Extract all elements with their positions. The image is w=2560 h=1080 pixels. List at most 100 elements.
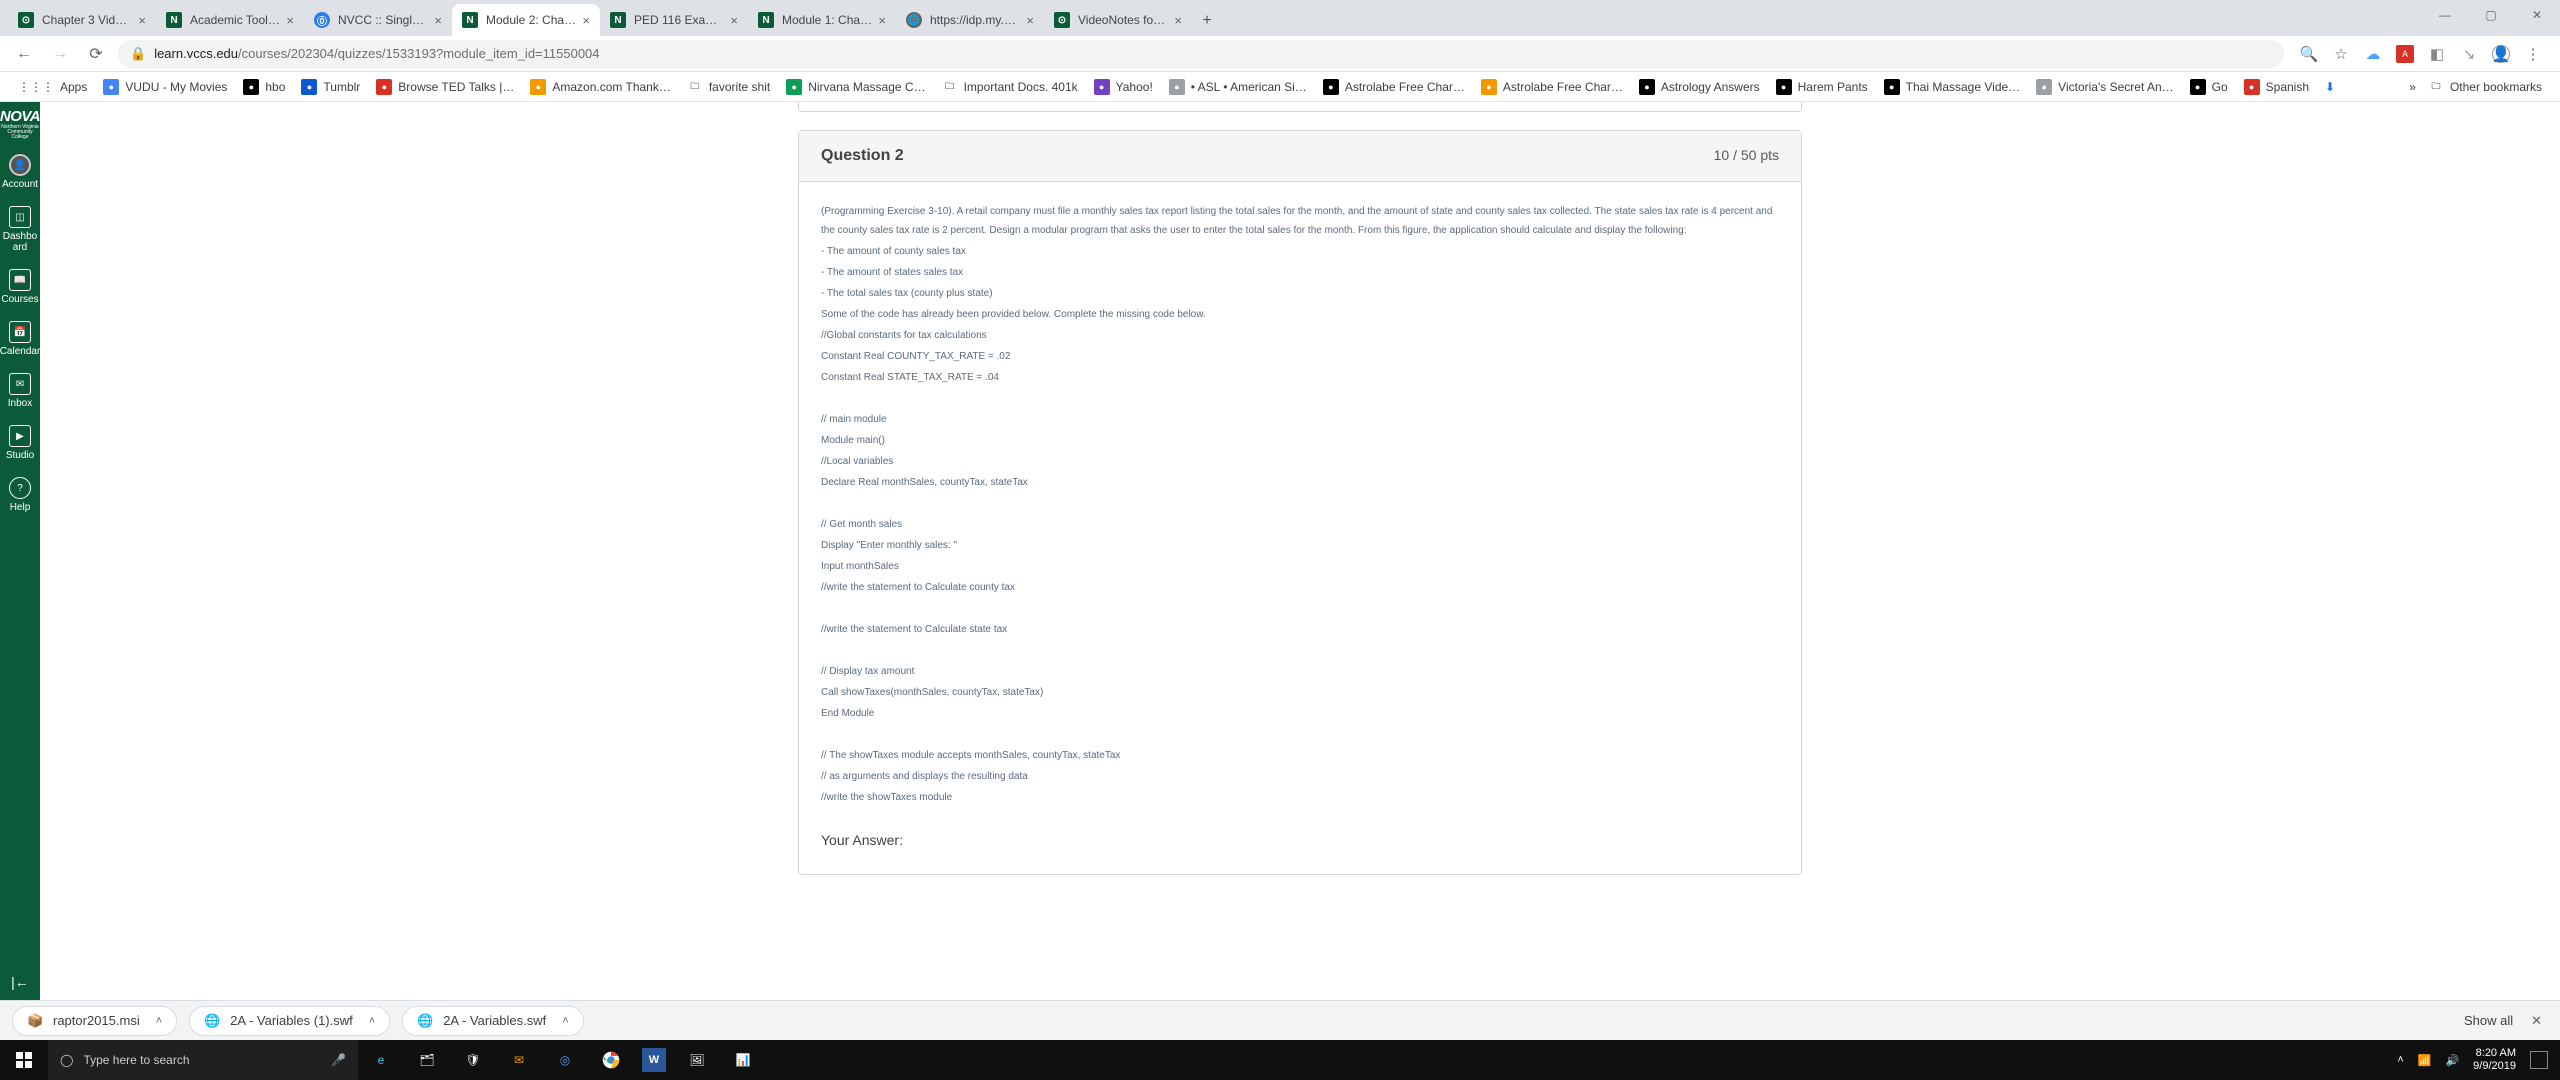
ext-cloud-icon[interactable]: ☁ [2364, 45, 2382, 63]
window-close[interactable]: ✕ [2514, 0, 2560, 30]
folder-icon: 🗀 [687, 79, 703, 95]
bookmark-item[interactable]: ●Astrolabe Free Char… [1473, 79, 1631, 95]
profile-avatar-icon[interactable]: 👤 [2492, 45, 2510, 63]
task-explorer-icon[interactable]: 🗂 [404, 1040, 450, 1080]
reload-button[interactable]: ⟳ [82, 40, 110, 68]
bookmark-item[interactable]: 🗀Important Docs. 401k [934, 79, 1086, 95]
download-item[interactable]: 📦raptor2015.msi˄ [12, 1006, 177, 1036]
bookmark-item[interactable]: ●Harem Pants [1768, 79, 1876, 95]
address-bar[interactable]: 🔒 learn.vccs.edu/courses/202304/quizzes/… [118, 40, 2284, 68]
download-item[interactable]: 🌐2A - Variables.swf˄ [402, 1006, 584, 1036]
task-app-icon[interactable]: ◎ [542, 1040, 588, 1080]
task-image-icon[interactable]: 🖼 [674, 1040, 720, 1080]
chevron-up-icon[interactable]: ˄ [562, 1015, 568, 1027]
browser-tab[interactable]: 🌐https://idp.my.vccs.edu/samlsso× [896, 4, 1044, 36]
ext-blocker-icon[interactable]: ◧ [2428, 45, 2446, 63]
menu-icon[interactable]: ⋮ [2524, 45, 2542, 63]
bookmark-item[interactable]: ●Astrology Answers [1631, 79, 1768, 95]
other-bookmarks[interactable]: 🗀 Other bookmarks [2420, 79, 2550, 95]
canvas-logo[interactable]: NOVA Northern Virginia Community College [0, 102, 42, 146]
download-indicator-icon[interactable]: ⬇ [2325, 80, 2335, 94]
tray-clock[interactable]: 8:20 AM 9/9/2019 [2473, 1047, 2516, 1073]
downloads-close-icon[interactable]: ✕ [2525, 1013, 2548, 1029]
bookmark-item[interactable]: ●Victoria's Secret An… [2028, 79, 2181, 95]
bookmark-item[interactable]: 🗀favorite shit [679, 79, 778, 95]
search-icon[interactable]: 🔍 [2300, 45, 2318, 63]
download-item[interactable]: 🌐2A - Variables (1).swf˄ [189, 1006, 390, 1036]
bookmark-item[interactable]: ●Amazon.com Thank… [522, 79, 679, 95]
new-tab-button[interactable]: + [1192, 6, 1222, 36]
bookmarks-overflow[interactable]: » [2409, 80, 2416, 94]
question-card: Question 2 10 / 50 pts (Programming Exer… [798, 130, 1802, 875]
sidebar-item-inbox[interactable]: ✉ Inbox [0, 365, 40, 417]
bookmark-item[interactable]: ●Go [2182, 79, 2236, 95]
window-minimize[interactable]: — [2422, 0, 2468, 30]
sidebar-item-courses[interactable]: 📖 Courses [0, 261, 40, 313]
bookmark-item[interactable]: ●Spanish [2236, 79, 2317, 95]
star-icon[interactable]: ☆ [2332, 45, 2350, 63]
sidebar-item-account[interactable]: 👤 Account [0, 146, 40, 198]
favicon: ● [376, 79, 392, 95]
tray-network-icon[interactable]: 📶 [2418, 1054, 2432, 1067]
browser-tab[interactable]: ⓪NVCC :: Single Sign-On to all you× [304, 4, 452, 36]
start-button[interactable] [0, 1040, 48, 1080]
task-security-icon[interactable]: 🛡 [450, 1040, 496, 1080]
bookmark-item[interactable]: ●Tumblr [293, 79, 368, 95]
ext-arrow-icon[interactable]: ↘ [2460, 45, 2478, 63]
chevron-up-icon[interactable]: ˄ [156, 1015, 162, 1027]
browser-tab[interactable]: ⊙VideoNotes for Starting Out with× [1044, 4, 1192, 36]
bookmark-item[interactable]: ●• ASL • American Si… [1161, 79, 1315, 95]
favicon: ● [243, 79, 259, 95]
question-line: - The amount of states sales tax [821, 263, 1779, 282]
sidebar-item-calendar[interactable]: 📅 Calendar [0, 313, 40, 365]
bookmark-item[interactable]: ●Browse TED Talks |… [368, 79, 522, 95]
mic-icon[interactable]: 🎤 [331, 1053, 346, 1067]
task-edge-icon[interactable]: e [358, 1040, 404, 1080]
bookmark-item[interactable]: ●VUDU - My Movies [95, 79, 235, 95]
tab-close-icon[interactable]: × [1026, 13, 1034, 28]
tab-close-icon[interactable]: × [1174, 13, 1182, 28]
bookmark-item[interactable]: ●Thai Massage Vide… [1876, 79, 2029, 95]
download-filename: 2A - Variables (1).swf [230, 1013, 353, 1028]
apps-button[interactable]: ⋮⋮⋮Apps [10, 80, 95, 94]
action-center-icon[interactable] [2530, 1051, 2548, 1069]
tray-volume-icon[interactable]: 🔊 [2445, 1054, 2459, 1067]
browser-tab[interactable]: NAcademic Tools :: Northern Virgin× [156, 4, 304, 36]
taskbar-search[interactable]: ◯ Type here to search 🎤 [48, 1040, 358, 1080]
browser-tab[interactable]: NModule 1: Chapter 2 study: (Fall× [748, 4, 896, 36]
bookmark-item[interactable]: ●Yahoo! [1086, 79, 1161, 95]
tab-close-icon[interactable]: × [138, 13, 146, 28]
tab-close-icon[interactable]: × [434, 13, 442, 28]
back-button[interactable]: ← [10, 40, 38, 68]
forward-button[interactable]: → [46, 40, 74, 68]
bookmark-item[interactable]: ●Astrolabe Free Char… [1315, 79, 1473, 95]
browser-tab[interactable]: ⊙Chapter 3 VideoNotes 3× [8, 4, 156, 36]
tab-close-icon[interactable]: × [582, 13, 590, 28]
window-maximize[interactable]: ▢ [2468, 0, 2514, 30]
browser-tab[interactable]: NPED 116 Exam #1- Form 5-19-8× [600, 4, 748, 36]
browser-tab[interactable]: NModule 2: Chapter 3 Homework× [452, 4, 600, 36]
question-line: Call showTaxes(monthSales, countyTax, st… [821, 683, 1779, 702]
question-line [821, 494, 1779, 513]
tab-favicon: N [610, 12, 626, 28]
sidebar-item-help[interactable]: ? Help [0, 469, 40, 521]
chevron-up-icon[interactable]: ˄ [369, 1015, 375, 1027]
downloads-show-all[interactable]: Show all [2464, 1013, 2513, 1028]
tab-title: NVCC :: Single Sign-On to all you [338, 13, 428, 27]
tab-strip: ⊙Chapter 3 VideoNotes 3×NAcademic Tools … [0, 0, 2560, 36]
task-chrome-icon[interactable] [588, 1040, 634, 1080]
sidebar-item-studio[interactable]: ▶ Studio [0, 417, 40, 469]
question-line [821, 725, 1779, 744]
tab-close-icon[interactable]: × [286, 13, 294, 28]
task-word-icon[interactable]: W [642, 1048, 666, 1072]
bookmark-item[interactable]: ●Nirvana Massage C… [778, 79, 933, 95]
bookmark-item[interactable]: ●hbo [235, 79, 293, 95]
task-mail-icon[interactable]: ✉ [496, 1040, 542, 1080]
ext-pdf-icon[interactable]: A [2396, 45, 2414, 63]
sidebar-collapse-icon[interactable]: |← [11, 974, 29, 990]
sidebar-item-dashboard[interactable]: ◫ Dashboard [0, 198, 40, 261]
tray-expand-icon[interactable]: ˄ [2397, 1054, 2403, 1066]
task-ppt-icon[interactable]: 📊 [720, 1040, 766, 1080]
tab-close-icon[interactable]: × [878, 13, 886, 28]
tab-close-icon[interactable]: × [730, 13, 738, 28]
